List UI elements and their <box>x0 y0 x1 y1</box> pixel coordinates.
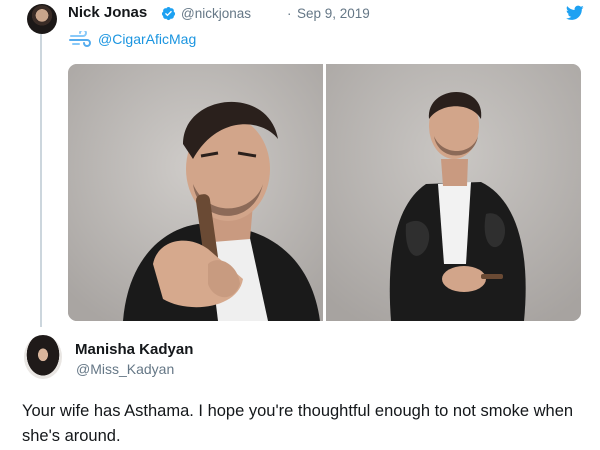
photo-cigar-portrait[interactable] <box>68 64 323 321</box>
reply-author-name[interactable]: Manisha Kadyan <box>75 341 193 358</box>
nick-avatar[interactable] <box>27 4 57 34</box>
meta-separator: · <box>287 6 292 21</box>
mention-row: @CigarAficMag <box>69 30 196 48</box>
reply-author-handle[interactable]: @Miss_Kadyan <box>76 361 174 377</box>
thread-connector <box>40 34 42 327</box>
reply-text: Your wife has Asthama. I hope you're tho… <box>22 402 574 445</box>
verified-badge-icon <box>161 6 176 21</box>
portrait-full-body-icon <box>326 64 581 321</box>
portrait-with-cigar-icon <box>68 64 323 321</box>
photo-full-portrait[interactable] <box>326 64 581 321</box>
twitter-bird-icon[interactable] <box>566 5 584 21</box>
original-author-name[interactable]: Nick Jonas <box>68 4 147 21</box>
mention-link[interactable]: @CigarAficMag <box>98 31 196 47</box>
original-author-handle[interactable]: @nickjonas <box>181 6 251 21</box>
tweet-screenshot: Nick Jonas @nickjonas · Sep 9, 2019 @Cig… <box>0 0 600 450</box>
manisha-avatar[interactable] <box>24 335 62 379</box>
photo-grid <box>68 64 581 321</box>
tweet-date[interactable]: Sep 9, 2019 <box>297 6 370 21</box>
wind-emoji-icon <box>69 31 91 47</box>
